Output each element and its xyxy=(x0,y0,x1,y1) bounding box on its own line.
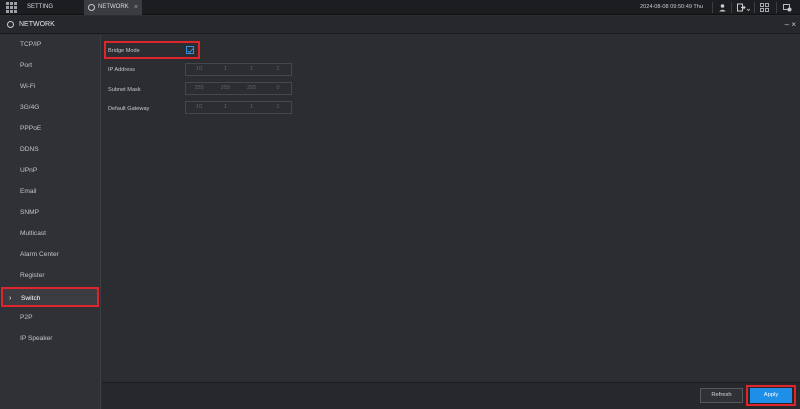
sidebar-item-tcpip[interactable]: TCP/IP xyxy=(0,35,101,55)
sidebar-item-ddns[interactable]: DDNS xyxy=(0,140,101,160)
sidebar-item-switch[interactable]: › Switch xyxy=(1,287,99,307)
subnet-mask-field[interactable]: 255 255 255 0 xyxy=(185,82,292,95)
ip-octet: 1 xyxy=(276,66,280,72)
globe-icon xyxy=(7,21,14,28)
tab-network-label: NETWORK xyxy=(98,4,129,10)
divider xyxy=(754,2,755,13)
refresh-button[interactable]: Refresh xyxy=(700,388,743,403)
sidebar-item-upnp[interactable]: UPnP xyxy=(0,161,101,181)
sidebar-item-pppoe[interactable]: PPPoE xyxy=(0,119,101,139)
chevron-right-icon: › xyxy=(9,295,12,302)
page-title: NETWORK xyxy=(19,21,55,28)
ip-octet: 0 xyxy=(276,85,280,91)
apply-button[interactable]: Apply xyxy=(750,388,792,403)
divider xyxy=(776,2,777,13)
sidebar-item-3g4g[interactable]: 3G/4G xyxy=(0,98,101,118)
sidebar-item-ip-speaker[interactable]: IP Speaker xyxy=(0,329,101,349)
ip-octet: 1 xyxy=(223,104,227,110)
page-header: NETWORK – × xyxy=(0,16,800,34)
window-controls[interactable]: – × xyxy=(785,16,796,34)
tab-setting-label: SETTING xyxy=(27,4,54,10)
bridge-mode-checkbox[interactable] xyxy=(186,46,194,54)
datetime: 2024-08-08 09:50:49 Thu xyxy=(640,4,704,10)
ip-octet: 1 xyxy=(250,104,254,110)
grid-icon[interactable] xyxy=(760,3,769,12)
sidebar-item-p2p[interactable]: P2P xyxy=(0,308,101,328)
logout-icon[interactable] xyxy=(737,3,751,12)
top-bar: SETTING NETWORK × 2024-08-08 09:50:49 Th… xyxy=(0,0,800,15)
ip-octet: 255 xyxy=(246,85,257,91)
sidebar-item-snmp[interactable]: SNMP xyxy=(0,203,101,223)
divider xyxy=(731,2,732,13)
ip-octet: 1 xyxy=(250,66,254,72)
globe-icon xyxy=(88,4,95,11)
apps-grid-icon[interactable] xyxy=(6,2,17,13)
sidebar-item-wifi[interactable]: Wi-Fi xyxy=(0,77,101,97)
sidebar-item-multicast[interactable]: Multicast xyxy=(0,224,101,244)
close-tab-icon[interactable]: × xyxy=(134,0,138,15)
bridge-mode-label: Bridge Mode xyxy=(108,48,140,54)
sidebar-item-register[interactable]: Register xyxy=(0,266,101,286)
sidebar-item-label: Switch xyxy=(21,295,41,302)
ip-octet: 255 xyxy=(194,85,204,91)
sidebar-item-port[interactable]: Port xyxy=(0,56,101,76)
sidebar-item-alarm-center[interactable]: Alarm Center xyxy=(0,245,101,265)
divider xyxy=(712,2,713,13)
device-icon[interactable] xyxy=(783,3,792,12)
ip-address-field[interactable]: 10 1 1 1 xyxy=(185,63,292,76)
default-gateway-field[interactable]: 10 1 1 1 xyxy=(185,101,292,114)
ip-octet: 10 xyxy=(196,66,203,72)
ip-octet: 1 xyxy=(223,66,227,72)
ip-octet: 10 xyxy=(196,104,203,110)
user-icon[interactable] xyxy=(718,3,727,12)
ip-octet: 255 xyxy=(220,85,231,91)
default-gateway-label: Default Gateway xyxy=(108,106,150,112)
ip-octet: 1 xyxy=(276,104,280,110)
sidebar: TCP/IP Port Wi-Fi 3G/4G PPPoE DDNS UPnP … xyxy=(0,35,101,409)
tab-network[interactable]: NETWORK × xyxy=(84,0,142,15)
subnet-mask-label: Subnet Mask xyxy=(108,87,141,93)
tab-setting[interactable]: SETTING xyxy=(27,0,82,15)
sidebar-item-email[interactable]: Email xyxy=(0,182,101,202)
ip-address-label: IP Address xyxy=(108,67,135,73)
footer-bar xyxy=(102,382,800,409)
